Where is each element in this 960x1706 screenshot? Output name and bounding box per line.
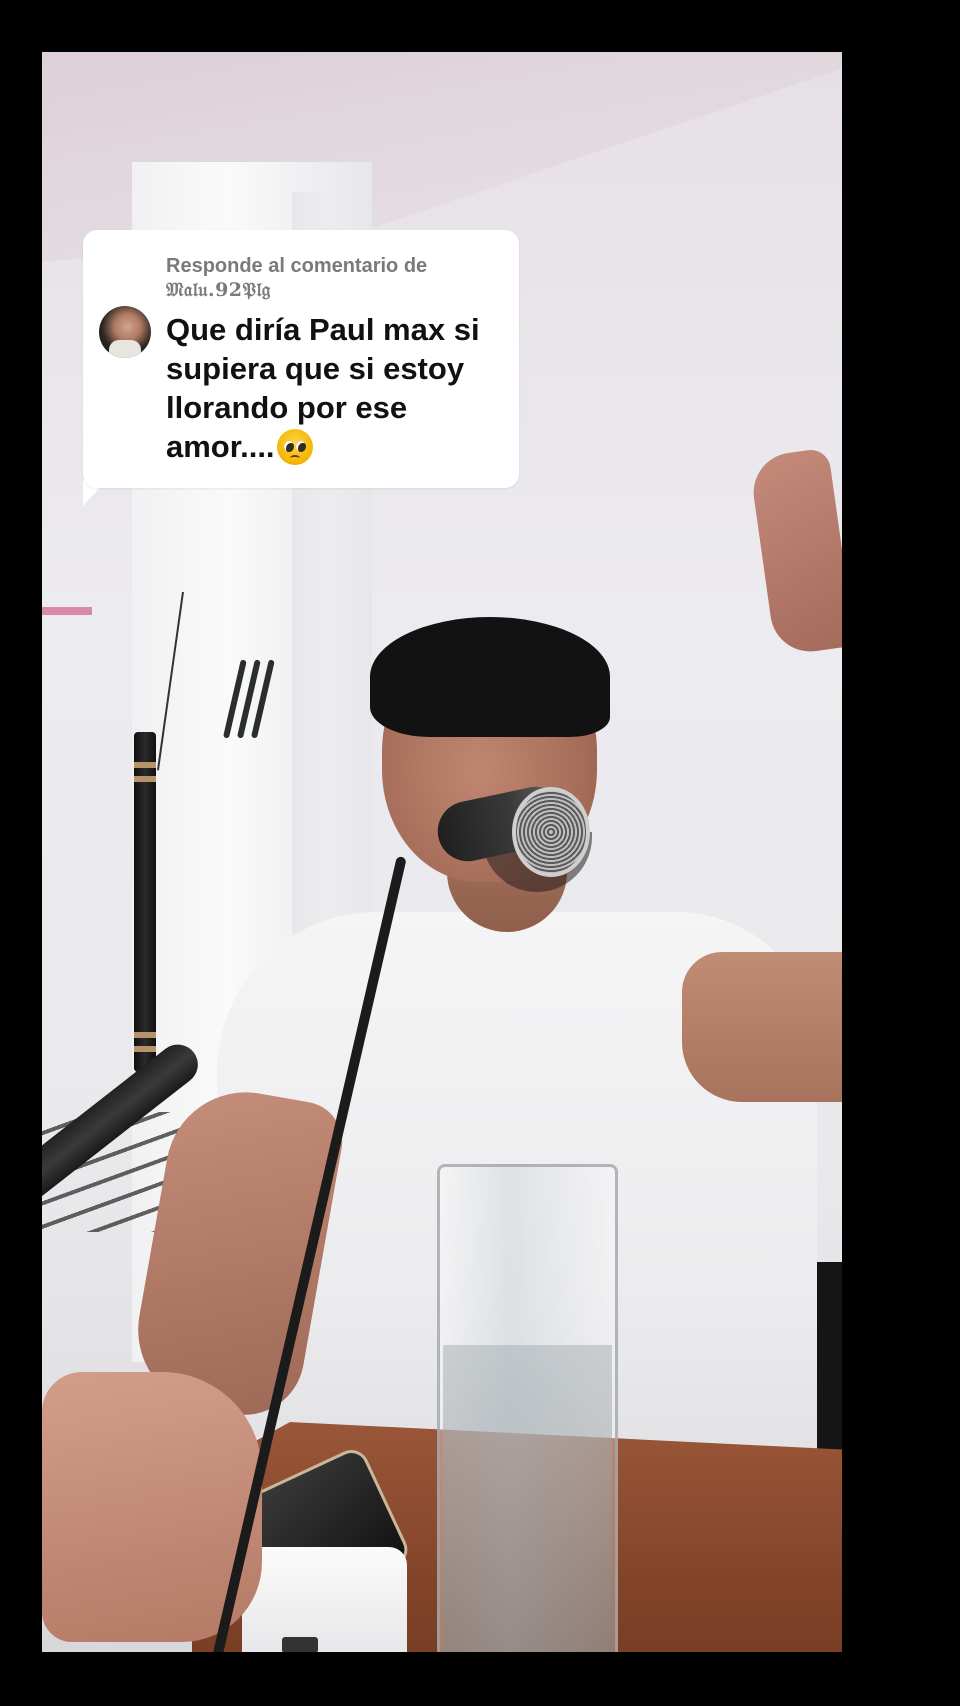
usb-charger [242, 1547, 407, 1652]
reply-username[interactable]: 𝔐𝔞𝔩𝔲.92𝔓𝔩𝔤 [166, 279, 271, 301]
reply-header: Responde al comentario de [166, 255, 428, 277]
flute-ring [134, 1032, 156, 1038]
cable-rack [42, 607, 275, 739]
water [443, 1345, 612, 1652]
microphone-head [512, 787, 590, 877]
flute-ring [134, 1046, 156, 1052]
raised-hand [748, 447, 842, 657]
comment-text: Que diría Paul max si supiera que si est… [166, 312, 480, 464]
water-glass [437, 1164, 618, 1652]
usb-port [282, 1637, 318, 1652]
comment-body: Que diría Paul max si supiera que si est… [166, 310, 506, 466]
bamboo-flute [134, 732, 156, 1072]
rack-bar [42, 607, 92, 615]
comment-reply-sticker[interactable]: Responde al comentario de 𝔐𝔞𝔩𝔲.92𝔓𝔩𝔤 Que… [83, 230, 519, 488]
hair [370, 617, 610, 737]
right-arm [682, 952, 842, 1102]
avatar-figure [109, 340, 141, 358]
commenter-avatar[interactable] [99, 306, 151, 358]
flute-ring [134, 762, 156, 768]
flute-ring [134, 776, 156, 782]
pleading-face-icon [276, 429, 313, 465]
